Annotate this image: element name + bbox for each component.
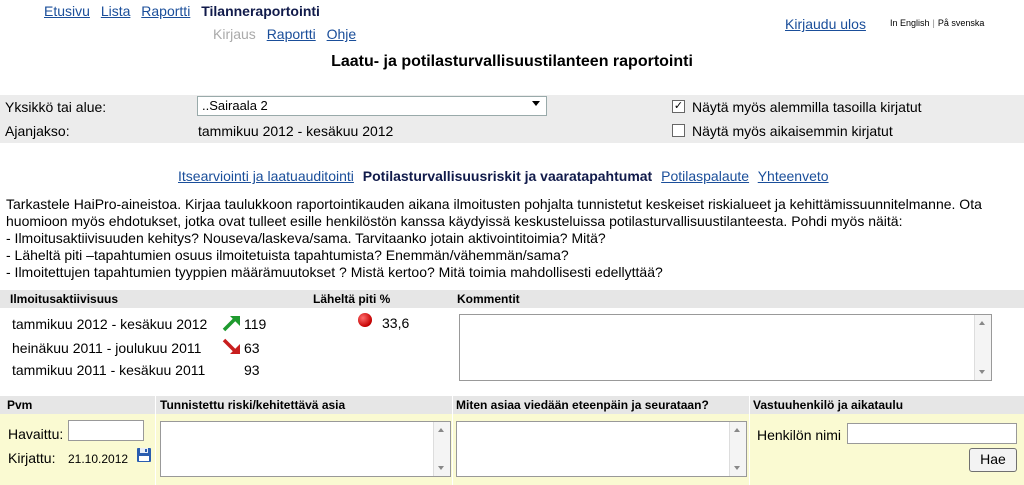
scroll-up-icon — [438, 428, 444, 432]
column-divider — [749, 396, 750, 485]
instructions-bullet-2: - Läheltä piti –tapahtumien osuus ilmoit… — [6, 247, 569, 263]
activity-period: heinäkuu 2011 - joulukuu 2011 — [12, 340, 202, 356]
person-label: Henkilön nimi — [757, 427, 842, 443]
nav-tilanneraportointi: Tilanneraportointi — [201, 3, 320, 19]
col-date-header: Pvm — [7, 398, 33, 412]
activity-period: tammikuu 2011 - kesäkuu 2011 — [12, 362, 206, 378]
instructions-bullet-3: - Ilmoitettujen tapahtumien tyyppien mää… — [6, 264, 663, 280]
col-owner-header: Vastuuhenkilö ja aikataulu — [753, 398, 904, 412]
followup-textarea[interactable] — [456, 421, 747, 477]
period-value: tammikuu 2012 - kesäkuu 2012 — [198, 123, 394, 139]
status-dot-icon — [358, 313, 372, 327]
recorded-label: Kirjattu: — [8, 450, 56, 466]
trend-down-icon — [222, 338, 242, 359]
scroll-down-icon — [979, 370, 985, 374]
col-risk-header: Tunnistettu riski/kehitettävä asia — [160, 398, 346, 412]
risk-textarea[interactable] — [160, 421, 451, 477]
person-name-input[interactable] — [847, 423, 1017, 444]
recorded-date: 21.10.2012 — [68, 452, 129, 466]
subnav-kirjaus: Kirjaus — [213, 26, 256, 42]
page-title: Laatu- ja potilasturvallisuustilanteen r… — [331, 53, 693, 70]
nav-lista[interactable]: Lista — [101, 3, 131, 19]
activity-row-1: tammikuu 2012 - kesäkuu 2012 — [12, 316, 207, 332]
save-icon[interactable] — [136, 447, 152, 466]
nav-etusivu[interactable]: Etusivu — [44, 3, 90, 19]
instructions-paragraph: Tarkastele HaiPro-aineistoa. Kirjaa taul… — [6, 196, 982, 229]
unit-select-value: ..Sairaala 2 — [202, 98, 268, 113]
tab-yhteenveto[interactable]: Yhteenveto — [758, 168, 829, 184]
logout-link[interactable]: Kirjaudu ulos — [785, 16, 866, 32]
unit-label: Yksikkö tai alue: — [5, 99, 107, 115]
nearmiss-header: Läheltä piti % — [313, 292, 391, 306]
activity-count: 119 — [244, 316, 267, 332]
column-divider — [155, 396, 156, 485]
tab-itsearviointi[interactable]: Itsearviointi ja laatuauditointi — [178, 168, 354, 184]
language-switch: In English | På svenska — [890, 18, 984, 28]
scroll-up-icon — [979, 321, 985, 325]
period-label: Ajanjakso: — [5, 123, 70, 139]
scrollbar[interactable] — [729, 422, 746, 476]
search-button[interactable]: Hae — [969, 448, 1017, 472]
comments-textarea[interactable] — [459, 314, 992, 381]
primary-nav: Etusivu Lista Raportti Tilanneraportoint… — [44, 3, 327, 19]
activity-count: 63 — [244, 340, 260, 356]
show-earlier-checkbox[interactable] — [672, 124, 685, 137]
tab-potilaspalaute[interactable]: Potilaspalaute — [661, 168, 749, 184]
activity-count: 93 — [244, 362, 260, 378]
column-divider — [452, 396, 453, 485]
scroll-down-icon — [438, 466, 444, 470]
scrollbar[interactable] — [433, 422, 450, 476]
nav-raportti[interactable]: Raportti — [141, 3, 190, 19]
scrollbar[interactable] — [974, 315, 991, 380]
lang-english-link[interactable]: In English — [890, 18, 930, 28]
checkmark-icon: ✓ — [673, 100, 684, 112]
nearmiss-value: 33,6 — [382, 315, 410, 331]
trend-up-icon — [222, 314, 242, 335]
secondary-nav: Kirjaus Raportti Ohje — [213, 26, 363, 42]
show-lower-checkbox[interactable]: ✓ — [672, 100, 685, 113]
chevron-down-icon — [532, 101, 540, 106]
observed-label: Havaittu: — [8, 426, 64, 442]
show-earlier-label: Näytä myös aikaisemmin kirjatut — [692, 123, 893, 139]
subnav-ohje[interactable]: Ohje — [327, 26, 357, 42]
activity-period: tammikuu 2012 - kesäkuu 2012 — [12, 316, 208, 332]
tab-potilasturvallisuusriskit: Potilasturvallisuusriskit ja vaaratapaht… — [362, 168, 653, 184]
show-lower-label: Näytä myös alemmilla tasoilla kirjatut — [692, 99, 922, 115]
instructions-bullet-1: - Ilmoitusaktiivisuuden kehitys? Nouseva… — [6, 230, 606, 246]
activity-row-2: heinäkuu 2011 - joulukuu 2011 — [12, 340, 201, 356]
comments-header: Kommentit — [457, 292, 520, 306]
instructions: Tarkastele HaiPro-aineistoa. Kirjaa taul… — [6, 196, 1016, 281]
scroll-up-icon — [734, 428, 740, 432]
col-followup-header: Miten asiaa viedään eteenpäin ja seurata… — [456, 398, 709, 412]
lang-swedish-link[interactable]: På svenska — [938, 18, 985, 28]
observed-date-input[interactable] — [68, 420, 144, 441]
unit-select[interactable]: ..Sairaala 2 — [197, 96, 547, 116]
activity-row-3: tammikuu 2011 - kesäkuu 2011 — [12, 362, 205, 378]
subnav-raportti[interactable]: Raportti — [267, 26, 316, 42]
activity-header: Ilmoitusaktiivisuus — [10, 292, 119, 306]
section-tabs: Itsearviointi ja laatuauditointi Potilas… — [178, 168, 834, 184]
scroll-down-icon — [734, 466, 740, 470]
lang-separator: | — [932, 18, 935, 28]
